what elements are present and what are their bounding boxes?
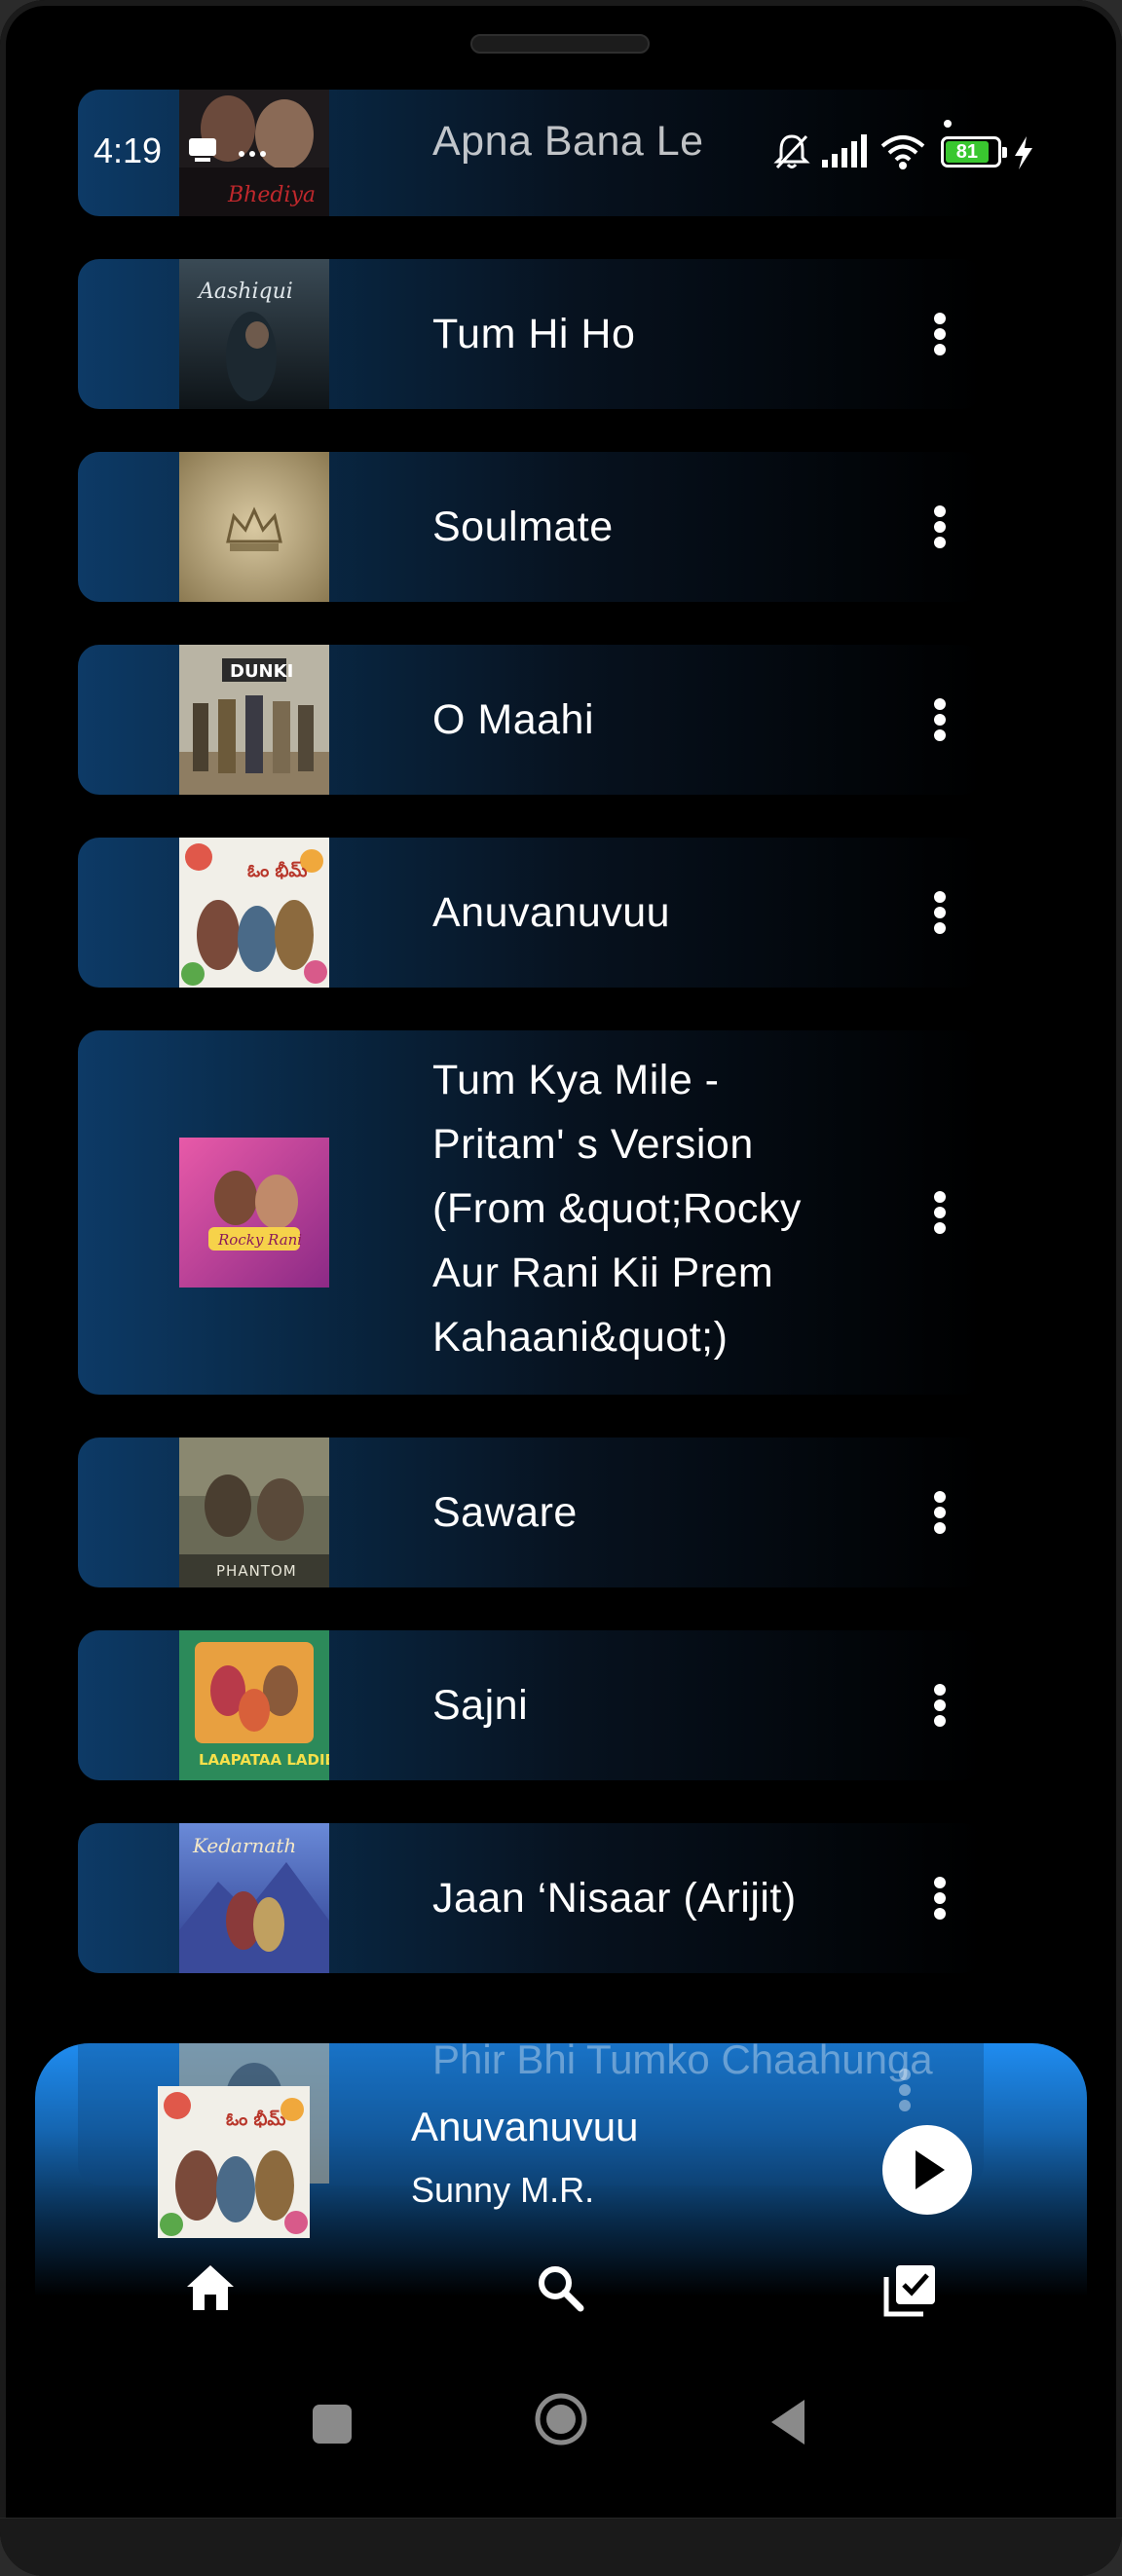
charging-icon <box>1015 136 1032 169</box>
song-card[interactable]: Soulmate <box>78 452 984 602</box>
more-options-icon[interactable] <box>925 1869 954 1927</box>
song-title: Soulmate <box>432 504 614 550</box>
notification-icon <box>189 138 216 162</box>
more-options-icon[interactable] <box>925 691 954 749</box>
svg-text:ఓం భీమ్: ఓం భీమ్ <box>226 2109 285 2130</box>
play-icon <box>916 2150 945 2189</box>
svg-text:ఓం భీమ్: ఓం భీమ్ <box>247 861 307 881</box>
now-playing-cover[interactable]: ఓం భీమ్ <box>158 2086 310 2238</box>
album-cover: Rocky Rani <box>179 1138 329 1288</box>
song-title: Tum Kya Mile - Pritam' s Version (From &… <box>432 1057 802 1361</box>
song-title: Jaan ‘Nisaar (Arijit) <box>432 1875 797 1922</box>
song-card[interactable]: ఓం భీమ్ Anuvanuvuu <box>78 838 984 988</box>
song-title: Anuvanuvuu <box>432 889 671 936</box>
library-icon[interactable] <box>882 2263 937 2318</box>
song-card[interactable]: DUNKI O Maahi <box>78 645 984 795</box>
svg-text:Aashiqui: Aashiqui <box>197 280 293 304</box>
status-dot-icon <box>944 120 952 128</box>
now-playing-title: Anuvanuvuu <box>411 2104 639 2149</box>
svg-text:Kedarnath: Kedarnath <box>192 1834 296 1857</box>
search-icon[interactable] <box>536 2263 584 2312</box>
more-options-icon[interactable] <box>925 1183 954 1242</box>
home-icon[interactable] <box>185 2263 236 2312</box>
album-cover: LAAPATAA LADIES <box>179 1630 329 1780</box>
song-title: O Maahi <box>432 696 595 743</box>
song-card[interactable]: PHANTOM Saware <box>78 1437 984 1587</box>
home-circle-icon[interactable] <box>534 2392 588 2446</box>
earpiece-speaker <box>470 34 650 54</box>
svg-text:LAAPATAA LADIES: LAAPATAA LADIES <box>199 1751 329 1769</box>
more-options-icon <box>890 2061 919 2119</box>
song-card[interactable]: Rocky Rani Tum Kya Mile - Pritam' s Vers… <box>78 1030 984 1395</box>
more-options-icon[interactable] <box>925 305 954 363</box>
more-options-icon[interactable] <box>925 883 954 942</box>
album-cover: ఓం భీమ్ <box>179 838 329 988</box>
more-options-icon[interactable] <box>925 1676 954 1735</box>
more-options-icon[interactable] <box>925 498 954 556</box>
battery-icon: 81 <box>941 136 1007 168</box>
mute-icon <box>773 134 810 169</box>
signal-icon <box>822 134 867 168</box>
now-playing-artist: Sunny M.R. <box>411 2170 595 2210</box>
back-icon[interactable] <box>769 2398 806 2446</box>
song-title: Saware <box>432 1489 578 1536</box>
status-bar: 4:19 81 <box>0 115 1122 189</box>
svg-text:Rocky Rani: Rocky Rani <box>217 1231 302 1249</box>
play-button[interactable] <box>882 2125 972 2215</box>
song-card[interactable]: Aashiqui Tum Hi Ho <box>78 259 984 409</box>
song-card[interactable]: Kedarnath Jaan ‘Nisaar (Arijit) <box>78 1823 984 1973</box>
svg-text:PHANTOM: PHANTOM <box>216 1562 297 1580</box>
album-cover: DUNKI <box>179 645 329 795</box>
phone-screen: Bhediya Apna Bana Le Aashiqui Tum Hi Ho <box>0 0 1122 2576</box>
song-title: Phir Bhi Tumko Chaahunga <box>432 2043 933 2082</box>
song-title: Tum Hi Ho <box>432 311 636 357</box>
battery-level: 81 <box>946 141 989 163</box>
mini-player[interactable]: Phir Bhi Tumko Chaahunga ఓం భీమ్ Anuvanu… <box>35 2043 1087 2296</box>
song-card[interactable]: LAAPATAA LADIES Sajni <box>78 1630 984 1780</box>
device-chin <box>0 2518 1122 2576</box>
album-cover <box>179 452 329 602</box>
more-options-icon[interactable] <box>925 1483 954 1542</box>
song-title: Sajni <box>432 1682 529 1729</box>
album-cover: PHANTOM <box>179 1437 329 1587</box>
album-cover: Aashiqui <box>179 259 329 409</box>
more-icon <box>239 151 266 157</box>
svg-text:DUNKI: DUNKI <box>230 661 293 682</box>
album-cover: Kedarnath <box>179 1823 329 1973</box>
status-time: 4:19 <box>94 131 163 170</box>
wifi-icon <box>880 135 925 169</box>
recents-icon[interactable] <box>312 2404 353 2445</box>
